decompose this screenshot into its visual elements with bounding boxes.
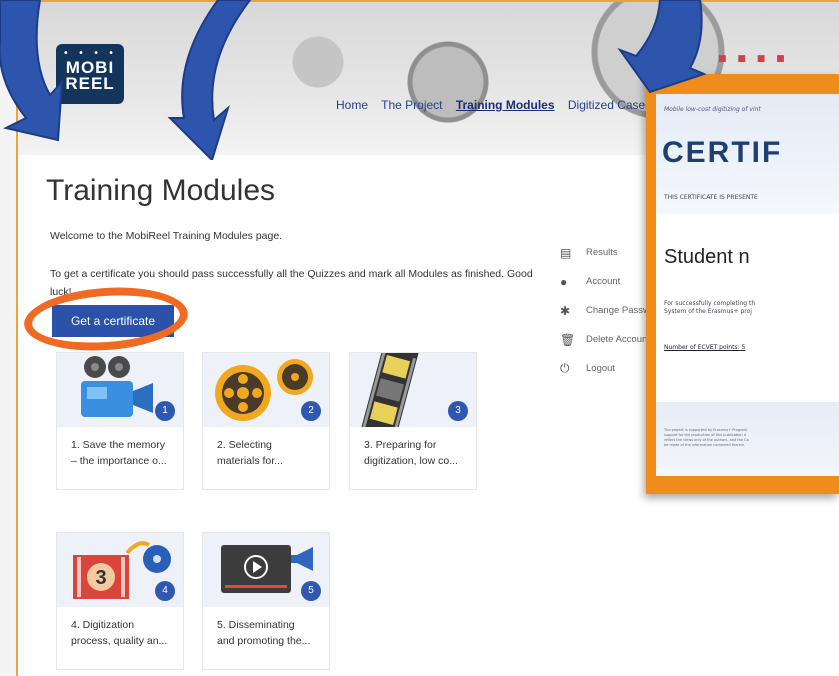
arrow-left-icon <box>0 0 64 142</box>
arrow-center-icon <box>167 0 252 160</box>
module-title: 2. Selecting materials for... <box>217 439 283 467</box>
user-icon: ● <box>560 274 568 289</box>
highlight-circle <box>22 282 190 356</box>
module-card-3[interactable]: 3 3. Preparing for digitization, low co.… <box>349 352 477 490</box>
module-number-badge: 1 <box>155 401 175 421</box>
film-reels-icon: 2 <box>203 353 329 427</box>
power-icon: ⏻ <box>560 361 570 375</box>
document-icon: ▤ <box>560 245 572 260</box>
module-number-badge: 3 <box>448 401 468 421</box>
module-card-1[interactable]: 1 1. Save the memory – the importance o.… <box>56 352 184 490</box>
certificate-completion-text: For successfully completing th System of… <box>664 300 756 315</box>
module-number-badge: 4 <box>155 581 175 601</box>
module-title: 1. Save the memory – the importance o... <box>71 439 167 467</box>
trash-icon: 🗑 <box>560 332 576 347</box>
certificate-student-name: Student n <box>664 246 750 268</box>
welcome-text: Welcome to the MobiReel Training Modules… <box>50 230 283 242</box>
module-card-5[interactable]: 5 5. Disseminating and promoting the... <box>202 532 330 670</box>
page-title: Training Modules <box>46 174 275 207</box>
arrow-right-icon <box>617 0 707 94</box>
svg-text:3: 3 <box>95 567 106 589</box>
certificate-fine-print: The project is supported by Erasmus+ Pro… <box>664 428 749 447</box>
module-title: 3. Preparing for digitization, low co... <box>364 439 458 467</box>
module-title: 5. Disseminating and promoting the... <box>217 619 311 647</box>
video-megaphone-icon: 5 <box>203 533 329 607</box>
module-number-badge: 5 <box>301 581 321 601</box>
asterisk-icon: ✱ <box>560 303 571 318</box>
module-card-4[interactable]: 3 4 4. Digitization process, quality an.… <box>56 532 184 670</box>
module-number-badge: 2 <box>301 401 321 421</box>
module-title: 4. Digitization process, quality an... <box>71 619 168 647</box>
module-card-2[interactable]: 2 2. Selecting materials for... <box>202 352 330 490</box>
arrow-overlays <box>0 0 707 160</box>
certificate-ecvet-points: Number of ECVET points: 5 <box>664 344 746 351</box>
certificate-presented: THIS CERTIFICATE IS PRESENTE <box>664 194 758 201</box>
projector-camera-icon: 1 <box>57 353 183 427</box>
countdown-disc-icon: 3 4 <box>57 533 183 607</box>
film-strip-icon: 3 <box>350 353 476 427</box>
